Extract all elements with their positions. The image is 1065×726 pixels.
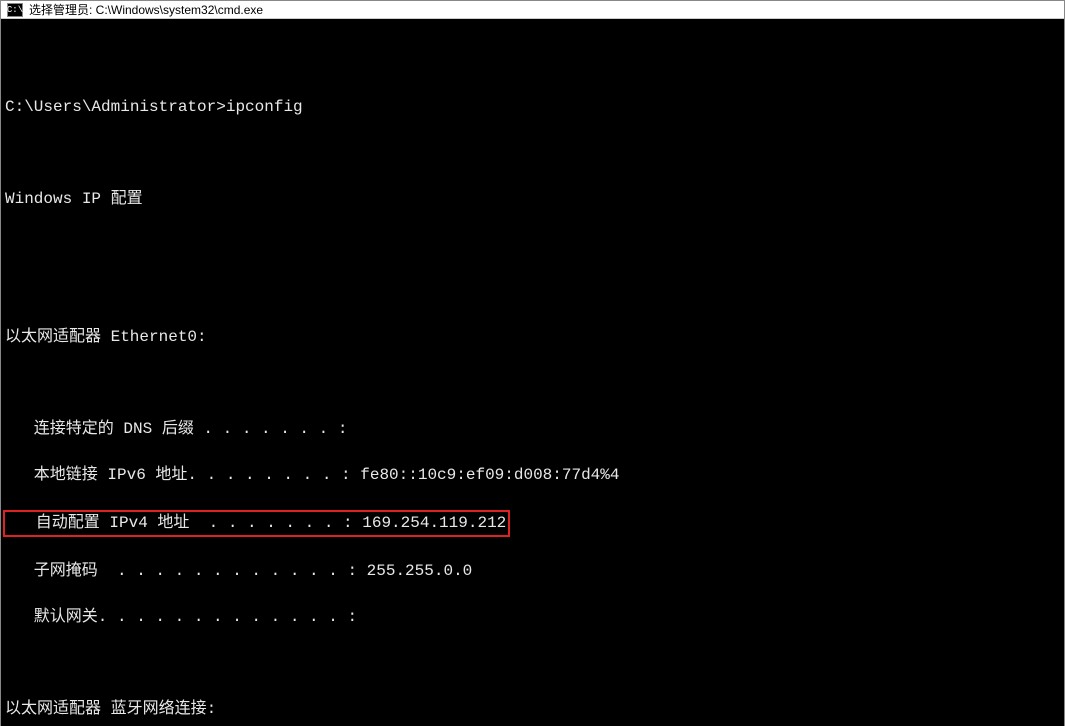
ipv6-line: 本地链接 IPv6 地址. . . . . . . . : fe80::10c9… — [5, 464, 1060, 487]
blank-line — [5, 280, 1060, 303]
cmd-window: C:\ 选择管理员: C:\Windows\system32\cmd.exe C… — [0, 0, 1065, 726]
dns-suffix-line: 连接特定的 DNS 后缀 . . . . . . . : — [5, 418, 1060, 441]
adapter-title: 以太网适配器 Ethernet0: — [5, 326, 1060, 349]
blank-line — [5, 50, 1060, 73]
prompt-line: C:\Users\Administrator>ipconfig — [5, 96, 1060, 119]
blank-line — [5, 372, 1060, 395]
ipconfig-header: Windows IP 配置 — [5, 188, 1060, 211]
adapter-title: 以太网适配器 蓝牙网络连接: — [5, 698, 1060, 721]
blank-line — [5, 142, 1060, 165]
window-titlebar[interactable]: C:\ 选择管理员: C:\Windows\system32\cmd.exe — [1, 1, 1064, 19]
window-title: 选择管理员: C:\Windows\system32\cmd.exe — [29, 1, 263, 18]
cmd-icon: C:\ — [7, 3, 23, 17]
terminal-output[interactable]: C:\Users\Administrator>ipconfig Windows … — [1, 19, 1064, 726]
blank-line — [5, 234, 1060, 257]
ipv4-line-highlighted: 自动配置 IPv4 地址 . . . . . . . : 169.254.119… — [5, 510, 1060, 537]
subnet-line: 子网掩码 . . . . . . . . . . . . : 255.255.0… — [5, 560, 1060, 583]
highlight-box: 自动配置 IPv4 地址 . . . . . . . : 169.254.119… — [3, 510, 510, 537]
blank-line — [5, 652, 1060, 675]
gateway-line: 默认网关. . . . . . . . . . . . . : — [5, 606, 1060, 629]
